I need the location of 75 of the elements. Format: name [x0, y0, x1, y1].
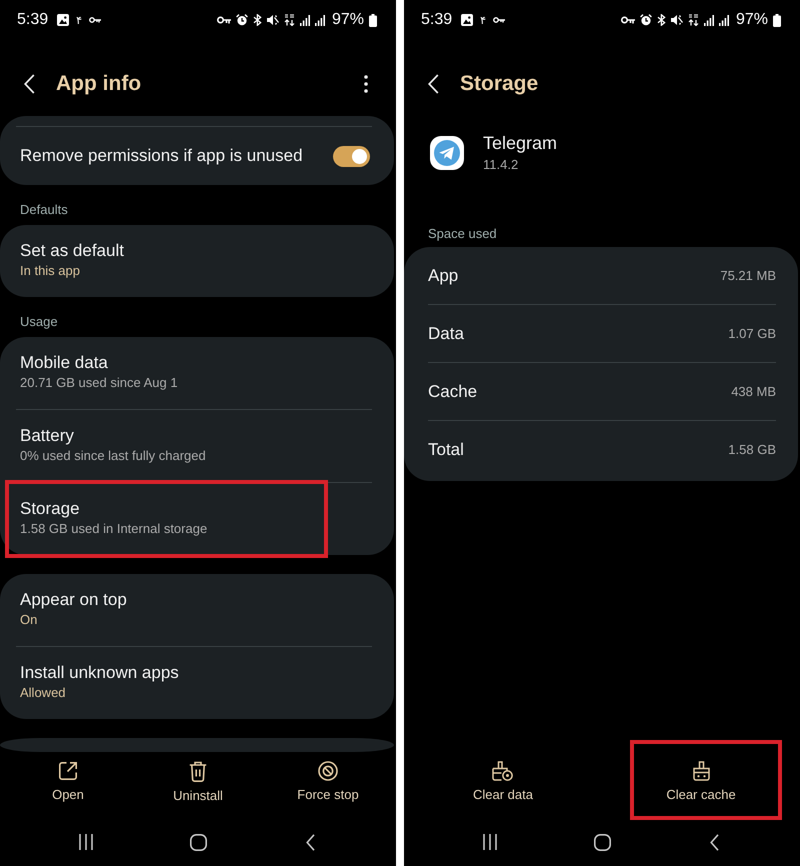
back-icon[interactable]: [428, 74, 439, 94]
setting-title[interactable]: Battery: [20, 425, 74, 447]
more-options-icon[interactable]: [364, 75, 368, 93]
signal-icon: [718, 14, 729, 26]
signal-icon: [704, 14, 714, 26]
storage-category: Cache: [428, 382, 478, 402]
home-icon[interactable]: [594, 834, 610, 850]
bluetooth-icon: [252, 14, 262, 26]
toggle-switch[interactable]: [333, 146, 370, 166]
section-label: Space used: [428, 226, 497, 241]
status-time: 5:39: [17, 11, 48, 29]
setting-title[interactable]: Storage: [20, 498, 80, 520]
app-name: Telegram: [483, 132, 558, 155]
setting-title[interactable]: Mobile data: [20, 352, 108, 374]
battery-percent: 97%: [736, 11, 768, 29]
setting-title[interactable]: Remove permissions if app is unused: [20, 145, 303, 167]
back-icon[interactable]: [306, 834, 314, 850]
setting-title[interactable]: Appear on top: [20, 589, 127, 611]
setting-summary: Allowed: [20, 684, 66, 702]
mute-icon: [266, 14, 279, 26]
storage-category: Data: [428, 324, 464, 344]
storage-size: 438 MB: [731, 384, 776, 399]
back-icon[interactable]: [24, 74, 35, 94]
storage-size: 75.21 MB: [720, 268, 776, 283]
mobile-data-icon: [284, 14, 295, 26]
setting-title[interactable]: Set as default: [20, 240, 124, 262]
setting-summary: 0% used since last fully charged: [20, 447, 206, 465]
setting-summary: On: [20, 611, 38, 629]
recent-apps-icon[interactable]: [483, 834, 497, 850]
back-icon[interactable]: [710, 834, 718, 850]
storage-category: App: [428, 266, 458, 286]
mute-icon: [670, 14, 683, 26]
section-label: Usage: [20, 314, 58, 329]
status-time: 5:39: [421, 11, 452, 29]
alarm-icon: [236, 14, 248, 26]
image-icon: [461, 14, 474, 26]
app-icon: [430, 136, 464, 170]
open-button[interactable]: Open: [42, 752, 94, 809]
setting-summary: 20.71 GB used since Aug 1: [20, 374, 178, 392]
home-icon[interactable]: [190, 834, 206, 850]
battery-icon: [369, 14, 377, 26]
storage-category: Total: [428, 440, 464, 460]
recent-apps-icon[interactable]: [79, 834, 93, 850]
storage-size: 1.07 GB: [728, 326, 776, 341]
force-stop-button[interactable]: Force stop: [287, 752, 369, 809]
screen-title: Storage: [460, 72, 538, 96]
battery-icon: [773, 14, 781, 26]
section-label: Defaults: [20, 202, 68, 217]
key-icon: [216, 16, 231, 24]
brush-icon: [692, 761, 710, 781]
app-version: 11.4.2: [483, 156, 518, 174]
trash-icon: [188, 761, 207, 782]
notification-text: ۴: [76, 14, 82, 26]
setting-summary: 1.58 GB used in Internal storage: [20, 520, 208, 538]
storage-size: 1.58 GB: [728, 442, 776, 457]
key-icon: [493, 17, 506, 23]
setting-title[interactable]: Install unknown apps: [20, 662, 179, 684]
clear-cache-button[interactable]: Clear cache: [656, 752, 746, 809]
uninstall-button[interactable]: Uninstall: [163, 752, 233, 810]
key-icon: [89, 17, 102, 23]
clear-data-button[interactable]: Clear data: [463, 752, 543, 809]
signal-icon: [300, 14, 310, 26]
screen-title: App info: [56, 72, 142, 96]
signal-icon: [314, 14, 325, 26]
open-external-icon: [58, 761, 78, 781]
key-icon: [620, 16, 635, 24]
mobile-data-icon: [688, 14, 699, 26]
stop-icon: [318, 761, 338, 781]
notification-text: ۴: [480, 14, 486, 26]
battery-percent: 97%: [332, 11, 364, 29]
setting-summary: In this app: [20, 262, 80, 280]
image-icon: [57, 14, 70, 26]
alarm-icon: [640, 14, 652, 26]
bluetooth-icon: [656, 14, 666, 26]
brush-icon: [492, 761, 514, 781]
